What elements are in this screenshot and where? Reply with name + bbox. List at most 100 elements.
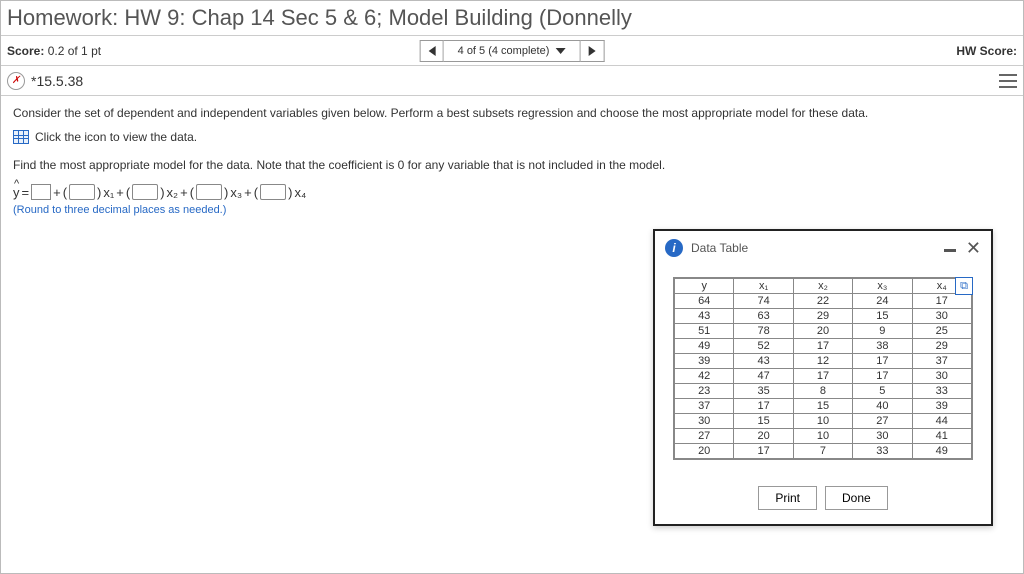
cell-x3: 27: [853, 414, 912, 429]
cell-x4: 41: [912, 429, 971, 444]
data-table-dialog: i Data Table ✕ ⧉ y x₁ x₂ x₃ x₄: [653, 229, 993, 526]
cell-x4: 44: [912, 414, 971, 429]
cell-x4: 37: [912, 354, 971, 369]
cell-x1: 78: [734, 324, 793, 339]
cell-x1: 17: [734, 444, 793, 459]
cell-x4: 17: [912, 294, 971, 309]
score-label: Score:: [7, 44, 44, 58]
cell-x2: 10: [793, 429, 852, 444]
page-title: Homework: HW 9: Chap 14 Sec 5 & 6; Model…: [1, 1, 1023, 36]
instruction-text: Consider the set of dependent and indepe…: [13, 106, 1011, 120]
cell-x4: 39: [912, 399, 971, 414]
coef-x3-input[interactable]: [196, 184, 222, 200]
cell-x2: 20: [793, 324, 852, 339]
cell-x3: 9: [853, 324, 912, 339]
question-id: *15.5.38: [31, 73, 83, 89]
regression-equation: y = + () x₁ + () x₂ + () x₃ + () x₄: [13, 184, 1011, 200]
cell-x2: 7: [793, 444, 852, 459]
cell-y: 64: [675, 294, 734, 309]
score-readout: Score: 0.2 of 1 pt: [7, 44, 101, 58]
cell-x3: 17: [853, 369, 912, 384]
cell-x3: 40: [853, 399, 912, 414]
cell-x2: 8: [793, 384, 852, 399]
cell-y: 43: [675, 309, 734, 324]
next-question-button[interactable]: [580, 40, 604, 62]
data-table-container: ⧉ y x₁ x₂ x₃ x₄ 647422241743632915305178…: [673, 277, 973, 460]
table-header-row: y x₁ x₂ x₃ x₄: [675, 279, 972, 294]
data-table: y x₁ x₂ x₃ x₄ 64742224174363291530517820…: [674, 278, 972, 459]
cell-y: 27: [675, 429, 734, 444]
dialog-controls: ✕: [944, 241, 981, 255]
score-bar: Score: 0.2 of 1 pt 4 of 5 (4 complete) H…: [1, 36, 1023, 66]
prev-question-button[interactable]: [420, 40, 444, 62]
view-data-link[interactable]: Click the icon to view the data.: [13, 130, 1011, 144]
cell-y: 37: [675, 399, 734, 414]
print-button[interactable]: Print: [758, 486, 817, 510]
cell-x2: 29: [793, 309, 852, 324]
triangle-left-icon: [428, 46, 435, 56]
dialog-title: Data Table: [691, 241, 748, 255]
cell-x1: 47: [734, 369, 793, 384]
done-button[interactable]: Done: [825, 486, 888, 510]
table-row: 2720103041: [675, 429, 972, 444]
view-data-text: Click the icon to view the data.: [35, 130, 197, 144]
info-icon: i: [665, 239, 683, 257]
cell-x1: 17: [734, 399, 793, 414]
score-value: 0.2 of 1 pt: [48, 44, 101, 58]
table-row: 3943121737: [675, 354, 972, 369]
table-row: 3717154039: [675, 399, 972, 414]
cell-x4: 30: [912, 369, 971, 384]
intercept-input[interactable]: [31, 184, 51, 200]
hw-score-label: HW Score:: [956, 44, 1017, 58]
cell-x1: 43: [734, 354, 793, 369]
coef-x2-input[interactable]: [132, 184, 158, 200]
instruction-text-2: Find the most appropriate model for the …: [13, 158, 1011, 172]
question-content: Consider the set of dependent and indepe…: [1, 96, 1023, 226]
table-row: 517820925: [675, 324, 972, 339]
table-row: 6474222417: [675, 294, 972, 309]
question-progress-dropdown[interactable]: 4 of 5 (4 complete): [444, 40, 581, 62]
cell-x1: 74: [734, 294, 793, 309]
cell-y: 23: [675, 384, 734, 399]
status-incorrect-icon: ✗: [7, 72, 25, 90]
coef-x4-input[interactable]: [260, 184, 286, 200]
question-list-button[interactable]: [999, 74, 1017, 88]
close-icon[interactable]: ✕: [966, 241, 981, 255]
cell-x4: 30: [912, 309, 971, 324]
data-table-icon: [13, 130, 29, 144]
cell-x2: 10: [793, 414, 852, 429]
table-row: 4363291530: [675, 309, 972, 324]
dialog-body: ⧉ y x₁ x₂ x₃ x₄ 647422241743632915305178…: [655, 263, 991, 472]
cell-x3: 30: [853, 429, 912, 444]
coef-x1-input[interactable]: [69, 184, 95, 200]
app-frame: Homework: HW 9: Chap 14 Sec 5 & 6; Model…: [0, 0, 1024, 574]
cell-x2: 12: [793, 354, 852, 369]
cell-x1: 52: [734, 339, 793, 354]
cell-x3: 24: [853, 294, 912, 309]
rounding-note: (Round to three decimal places as needed…: [13, 204, 1011, 216]
cell-y: 51: [675, 324, 734, 339]
cell-x2: 15: [793, 399, 852, 414]
cell-x3: 33: [853, 444, 912, 459]
dialog-header: i Data Table ✕: [655, 231, 991, 263]
cell-y: 20: [675, 444, 734, 459]
cell-x4: 33: [912, 384, 971, 399]
cell-x1: 20: [734, 429, 793, 444]
dialog-footer: Print Done: [655, 472, 991, 524]
col-x1: x₁: [734, 279, 793, 294]
table-row: 4247171730: [675, 369, 972, 384]
cell-x3: 5: [853, 384, 912, 399]
question-nav: 4 of 5 (4 complete): [420, 40, 605, 62]
copy-table-button[interactable]: ⧉: [955, 277, 973, 295]
cell-x1: 35: [734, 384, 793, 399]
table-row: 23358533: [675, 384, 972, 399]
cell-y: 42: [675, 369, 734, 384]
cell-x3: 17: [853, 354, 912, 369]
col-x2: x₂: [793, 279, 852, 294]
cell-x2: 17: [793, 369, 852, 384]
cell-x3: 15: [853, 309, 912, 324]
table-row: 3015102744: [675, 414, 972, 429]
triangle-right-icon: [588, 46, 595, 56]
minimize-icon[interactable]: [944, 249, 956, 252]
cell-x1: 15: [734, 414, 793, 429]
